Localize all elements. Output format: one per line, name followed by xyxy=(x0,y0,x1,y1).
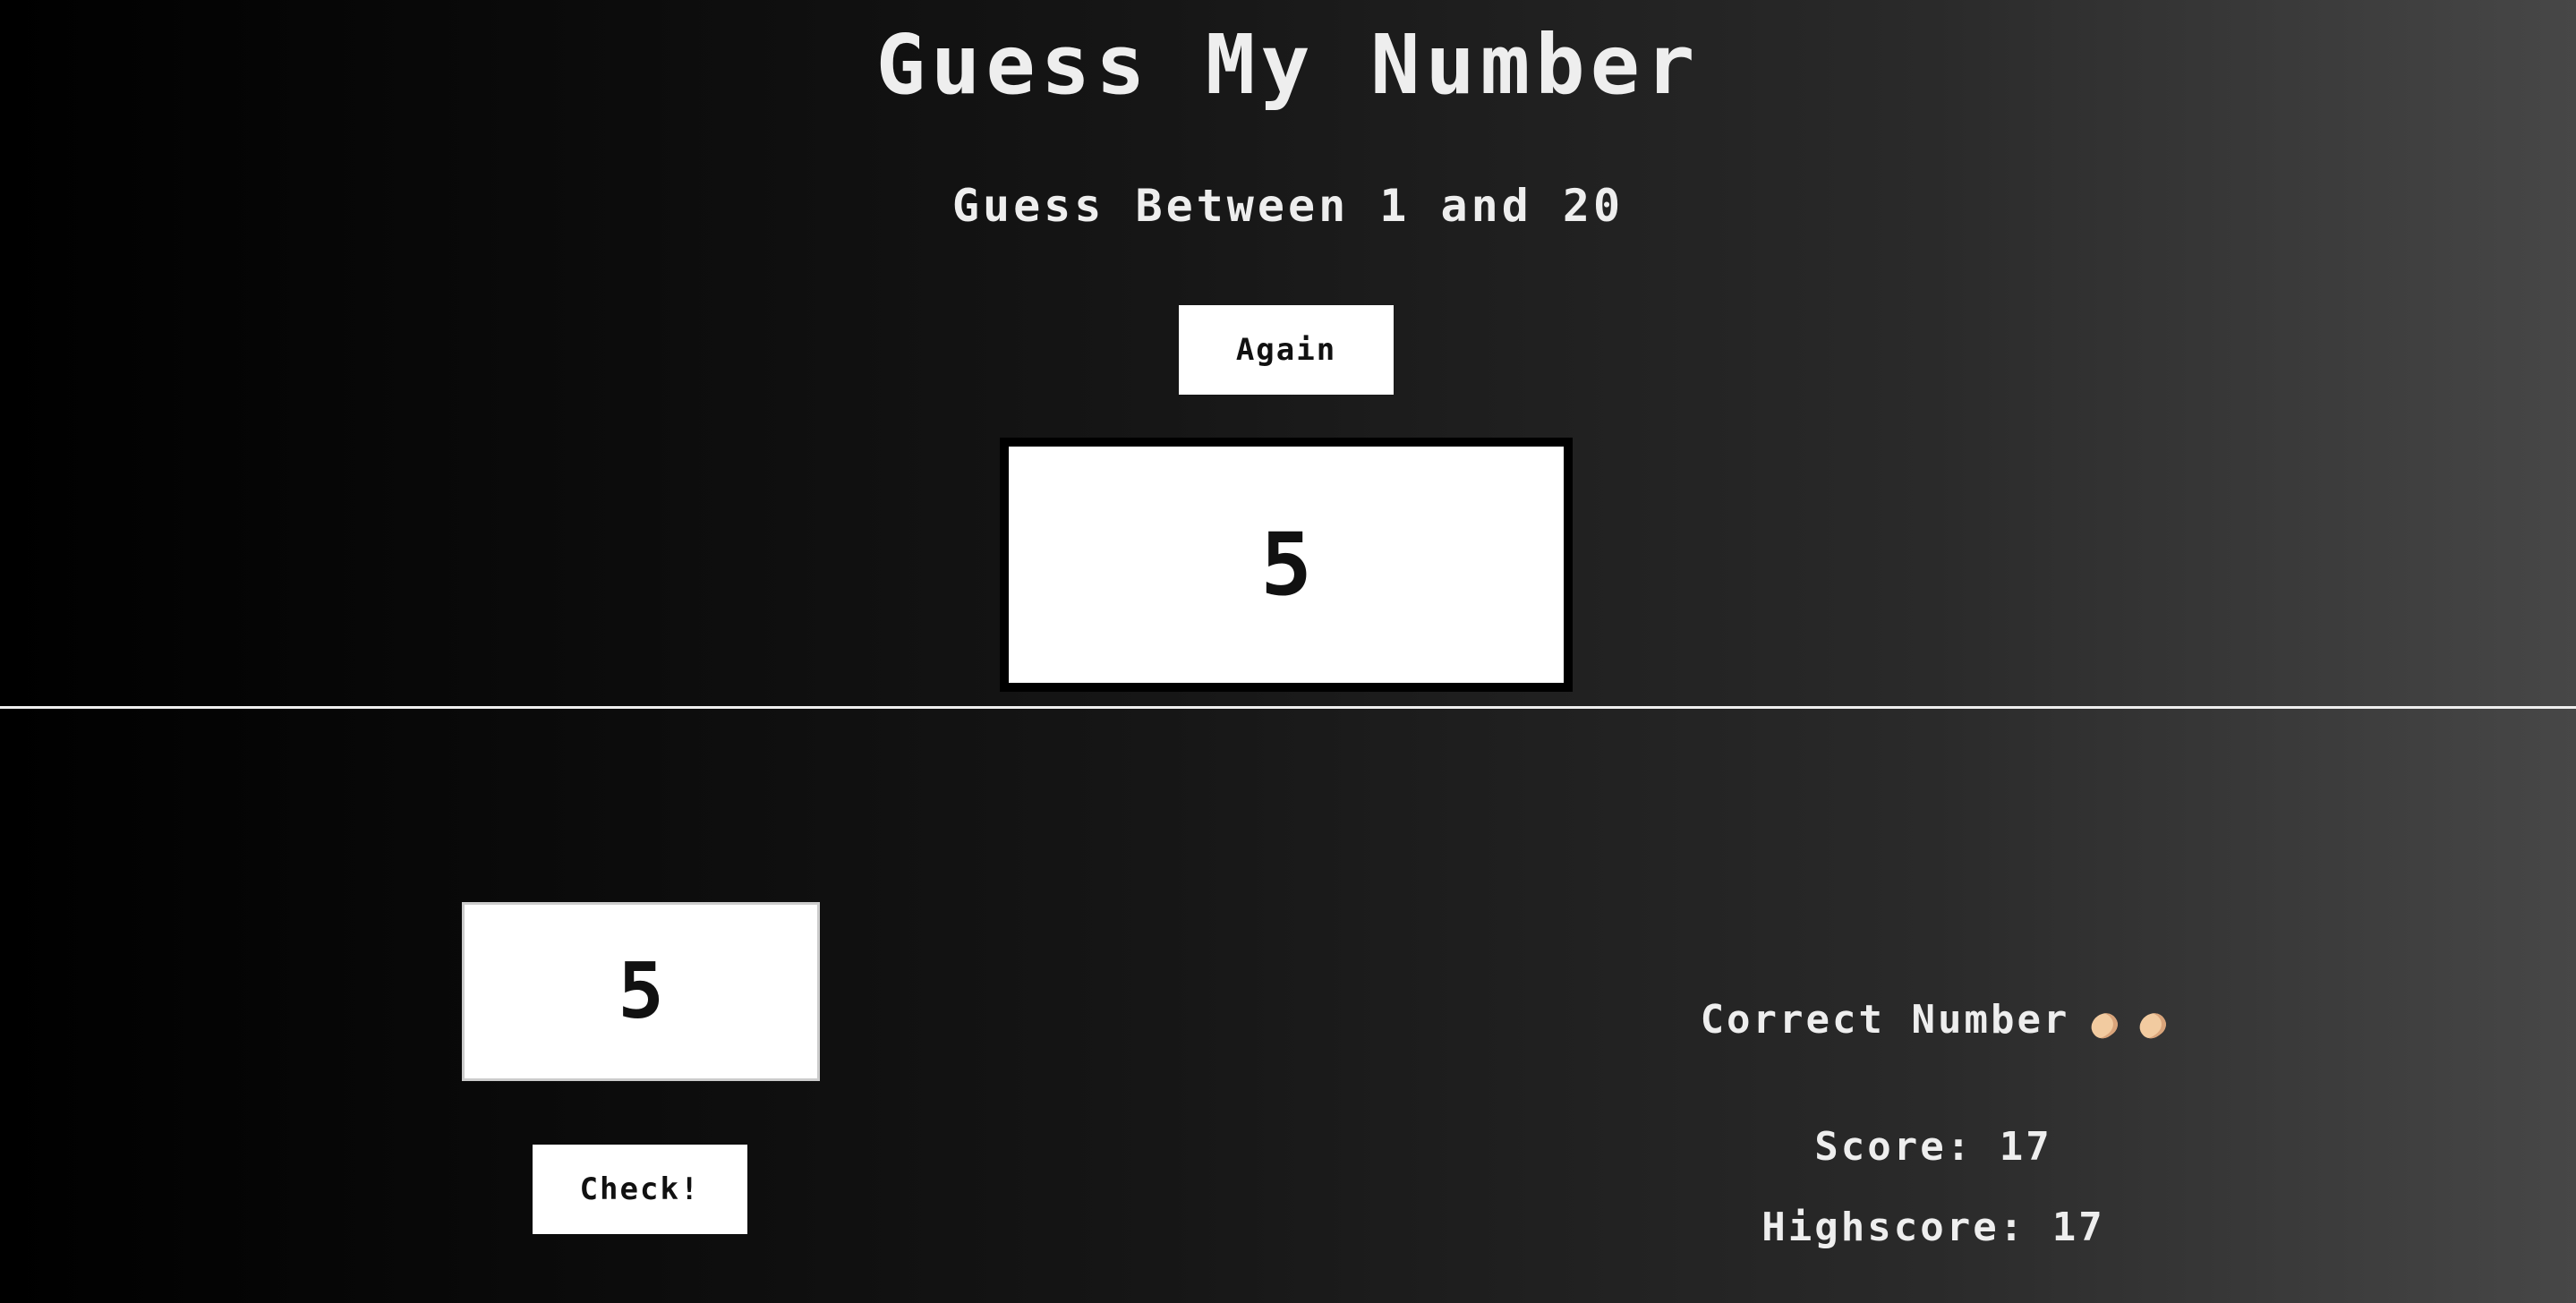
highscore-value: 17 xyxy=(2051,1205,2105,1250)
score-value: 17 xyxy=(1999,1124,2052,1170)
message-row: Correct Number xyxy=(1557,993,2309,1047)
secret-number-box: 5 xyxy=(1000,438,1573,692)
header-divider xyxy=(0,706,2576,709)
score-row: Score: 17 xyxy=(1557,1120,2309,1174)
score-label: Score: xyxy=(1814,1124,2000,1170)
range-hint: Guess Between 1 and 20 xyxy=(951,180,1625,232)
game-title: Guess My Number xyxy=(875,17,1701,113)
again-button[interactable]: Again xyxy=(1179,305,1394,395)
check-button[interactable]: Check! xyxy=(533,1145,747,1234)
message-text: Correct Number xyxy=(1700,997,2070,1043)
guess-input[interactable] xyxy=(462,902,820,1081)
secret-number: 5 xyxy=(1260,515,1312,615)
highscore-row: Highscore: 17 xyxy=(1557,1201,2309,1255)
clapping-hands-icon xyxy=(2135,1008,2171,1043)
clapping-hands-icon xyxy=(2086,1008,2123,1043)
highscore-label: Highscore: xyxy=(1761,1205,2052,1250)
